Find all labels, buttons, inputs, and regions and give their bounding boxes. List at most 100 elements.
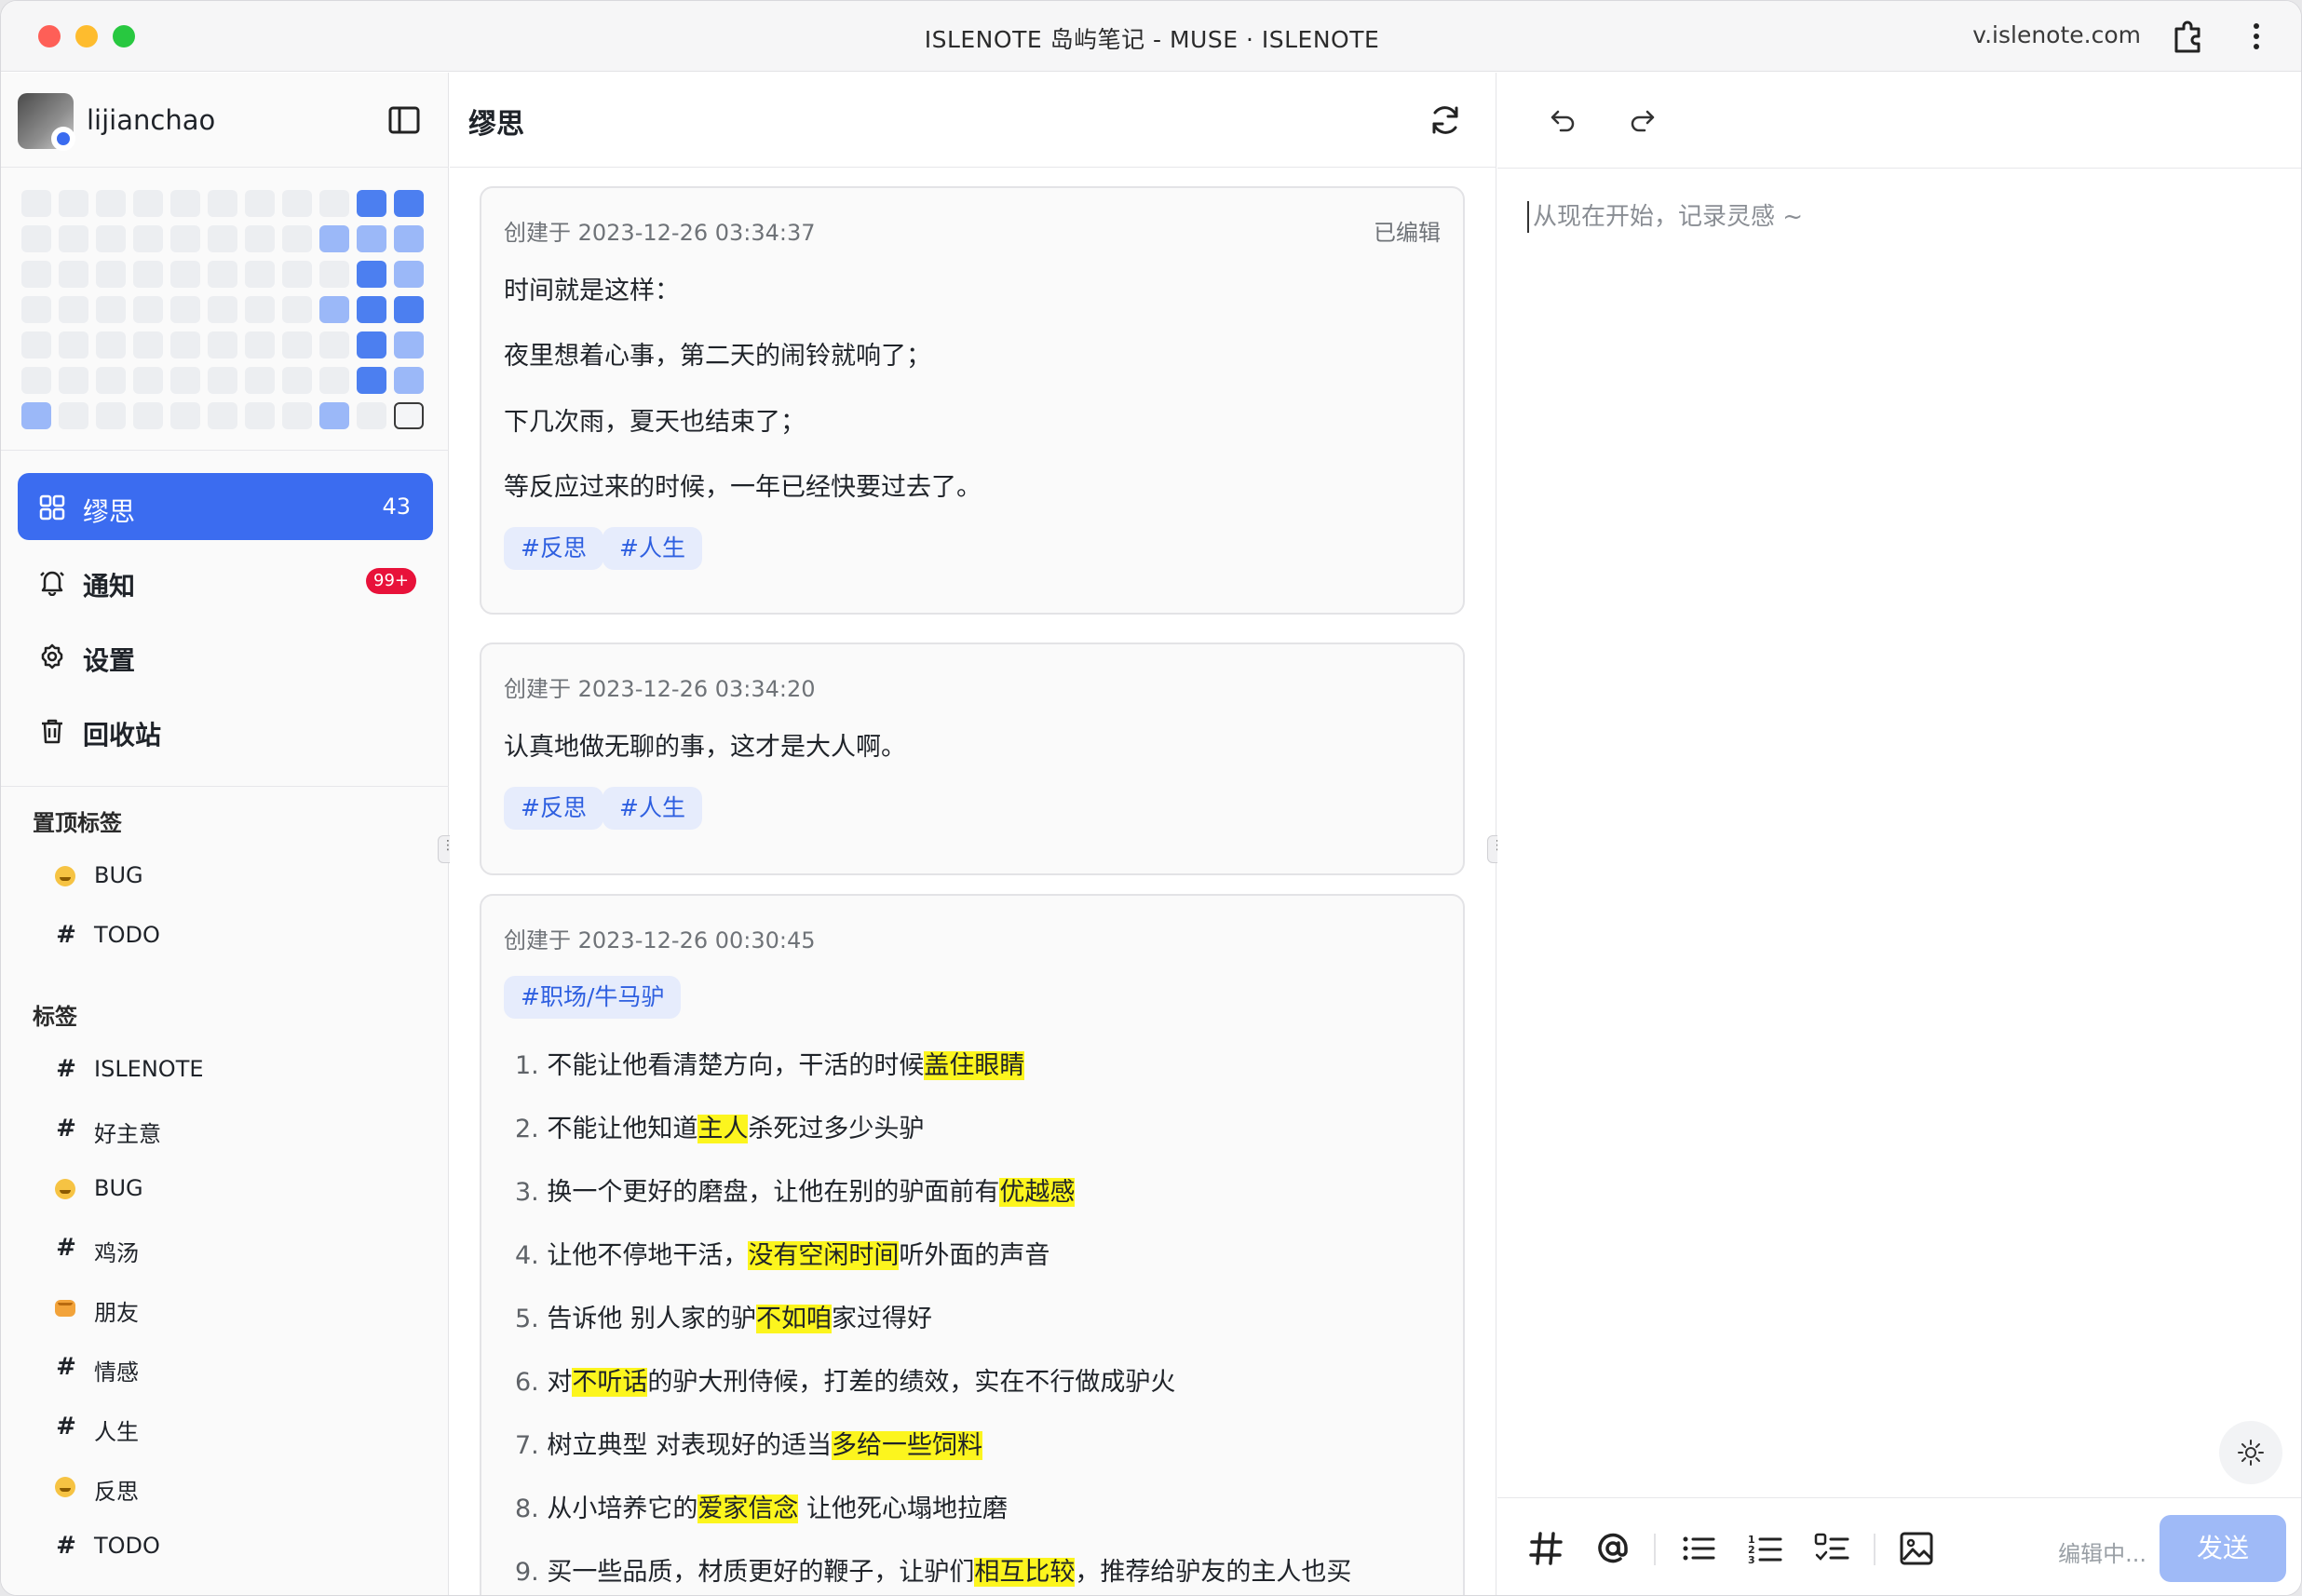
heatmap-cell[interactable] bbox=[96, 190, 126, 217]
heatmap-cell[interactable] bbox=[170, 402, 200, 429]
numbered-list-icon[interactable]: 1 2 3 bbox=[1747, 1530, 1784, 1567]
refresh-icon[interactable] bbox=[1428, 102, 1463, 138]
heatmap-cell[interactable] bbox=[133, 225, 163, 252]
memo-card[interactable]: 创建于 2023-12-26 00:30:45 #职场/牛马驴 1. 不能让他看… bbox=[480, 894, 1465, 1595]
heatmap-cell[interactable] bbox=[21, 402, 51, 429]
heatmap-cell[interactable] bbox=[59, 367, 88, 394]
heatmap-cell[interactable] bbox=[208, 402, 237, 429]
heatmap-cell[interactable] bbox=[319, 402, 349, 429]
heatmap-cell[interactable] bbox=[208, 261, 237, 288]
tag-life[interactable]: # 人生 bbox=[53, 1410, 426, 1447]
nav-item-trash[interactable]: 回收站 bbox=[18, 697, 433, 764]
heatmap-cell[interactable] bbox=[245, 367, 275, 394]
heatmap-cell[interactable] bbox=[208, 331, 237, 358]
tag-chip[interactable]: #人生 bbox=[603, 787, 702, 830]
heatmap-cell[interactable] bbox=[96, 225, 126, 252]
heatmap-cell[interactable] bbox=[394, 367, 424, 394]
username[interactable]: lijianchao bbox=[87, 104, 215, 136]
heatmap-cell[interactable] bbox=[59, 225, 88, 252]
send-button[interactable]: 发送 bbox=[2160, 1515, 2286, 1582]
heatmap-cell[interactable] bbox=[319, 190, 349, 217]
heatmap-cell[interactable] bbox=[96, 402, 126, 429]
heatmap-cell[interactable] bbox=[170, 296, 200, 323]
tag-islenote[interactable]: # ISLENOTE bbox=[53, 1052, 426, 1089]
heatmap-cell[interactable] bbox=[133, 190, 163, 217]
heatmap-cell[interactable] bbox=[282, 402, 312, 429]
heatmap-cell[interactable] bbox=[21, 190, 51, 217]
image-icon[interactable] bbox=[1898, 1530, 1935, 1567]
heatmap-cell[interactable] bbox=[170, 331, 200, 358]
heatmap-cell[interactable] bbox=[282, 261, 312, 288]
heatmap-cell[interactable] bbox=[208, 296, 237, 323]
nav-item-settings[interactable]: 设置 bbox=[18, 622, 433, 689]
heatmap-cell[interactable] bbox=[208, 190, 237, 217]
heatmap-cell[interactable] bbox=[208, 225, 237, 252]
nav-item-notifications[interactable]: 通知 99+ bbox=[18, 548, 433, 615]
sidebar-toggle-icon[interactable] bbox=[388, 106, 420, 134]
heatmap-cell[interactable] bbox=[133, 296, 163, 323]
heatmap-cell[interactable] bbox=[245, 225, 275, 252]
heatmap-cell[interactable] bbox=[133, 402, 163, 429]
memo-card[interactable]: 创建于 2023-12-26 03:34:37 已编辑 时间就是这样： 夜里想着… bbox=[480, 186, 1465, 615]
mention-icon[interactable] bbox=[1594, 1530, 1632, 1567]
tag-chip[interactable]: #反思 bbox=[504, 527, 603, 570]
heatmap-cell[interactable] bbox=[59, 190, 88, 217]
heatmap-cell[interactable] bbox=[96, 296, 126, 323]
more-vertical-icon[interactable] bbox=[2238, 18, 2275, 55]
heatmap-cell[interactable] bbox=[96, 367, 126, 394]
tag-bug[interactable]: BUG bbox=[53, 1171, 426, 1209]
heatmap-cell[interactable] bbox=[133, 367, 163, 394]
heatmap-cell[interactable] bbox=[245, 190, 275, 217]
heatmap-cell[interactable] bbox=[21, 261, 51, 288]
heatmap-cell[interactable] bbox=[59, 402, 88, 429]
theme-toggle-button[interactable] bbox=[2219, 1421, 2282, 1484]
heatmap-cell[interactable] bbox=[245, 296, 275, 323]
bullet-list-icon[interactable] bbox=[1680, 1530, 1717, 1567]
heatmap-cell[interactable] bbox=[170, 225, 200, 252]
tag-good-idea[interactable]: # 好主意 bbox=[53, 1112, 426, 1149]
heatmap-cell[interactable] bbox=[319, 225, 349, 252]
heatmap-cell[interactable] bbox=[357, 225, 386, 252]
heatmap-cell[interactable] bbox=[282, 296, 312, 323]
memo-editor-input[interactable]: 从现在开始，记录灵感 ~ bbox=[1527, 201, 2272, 233]
heatmap-cell[interactable] bbox=[282, 367, 312, 394]
heatmap-cell[interactable] bbox=[319, 367, 349, 394]
heatmap-cell[interactable] bbox=[394, 261, 424, 288]
heatmap-cell[interactable] bbox=[357, 367, 386, 394]
heatmap-cell[interactable] bbox=[21, 367, 51, 394]
heatmap-cell[interactable] bbox=[96, 261, 126, 288]
heatmap-cell[interactable] bbox=[357, 190, 386, 217]
heatmap-cell[interactable] bbox=[245, 261, 275, 288]
heatmap-cell[interactable] bbox=[394, 296, 424, 323]
heatmap-cell[interactable] bbox=[245, 402, 275, 429]
heatmap-cell-today[interactable] bbox=[394, 402, 424, 429]
heatmap-cell[interactable] bbox=[357, 296, 386, 323]
heatmap-cell[interactable] bbox=[357, 261, 386, 288]
heatmap-cell[interactable] bbox=[319, 296, 349, 323]
tag-chip[interactable]: #人生 bbox=[603, 527, 702, 570]
heatmap-cell[interactable] bbox=[21, 225, 51, 252]
hashtag-icon[interactable] bbox=[1527, 1530, 1564, 1567]
memo-card[interactable]: 创建于 2023-12-26 03:34:20 认真地做无聊的事，这才是大人啊。… bbox=[480, 642, 1465, 875]
nav-item-muse[interactable]: 缪思 43 bbox=[18, 473, 433, 540]
heatmap-cell[interactable] bbox=[245, 331, 275, 358]
heatmap-cell[interactable] bbox=[96, 331, 126, 358]
tag-chip[interactable]: #反思 bbox=[504, 787, 603, 830]
heatmap-cell[interactable] bbox=[133, 331, 163, 358]
heatmap-cell[interactable] bbox=[357, 402, 386, 429]
heatmap-cell[interactable] bbox=[282, 190, 312, 217]
tag-chip[interactable]: #职场/牛马驴 bbox=[504, 976, 682, 1019]
tag-friends[interactable]: 朋友 bbox=[53, 1291, 426, 1328]
heatmap-cell[interactable] bbox=[319, 261, 349, 288]
pinned-tag-bug[interactable]: BUG bbox=[53, 859, 426, 896]
pinned-tag-todo[interactable]: # TODO bbox=[53, 918, 426, 955]
heatmap-cell[interactable] bbox=[59, 261, 88, 288]
heatmap-cell[interactable] bbox=[21, 331, 51, 358]
tag-chicken-soup[interactable]: # 鸡汤 bbox=[53, 1231, 426, 1268]
heatmap-cell[interactable] bbox=[21, 296, 51, 323]
heatmap-cell[interactable] bbox=[394, 190, 424, 217]
heatmap-cell[interactable] bbox=[282, 331, 312, 358]
checklist-icon[interactable] bbox=[1814, 1530, 1851, 1567]
tag-todo[interactable]: # TODO bbox=[53, 1529, 426, 1566]
tag-emotion[interactable]: # 情感 bbox=[53, 1350, 426, 1387]
